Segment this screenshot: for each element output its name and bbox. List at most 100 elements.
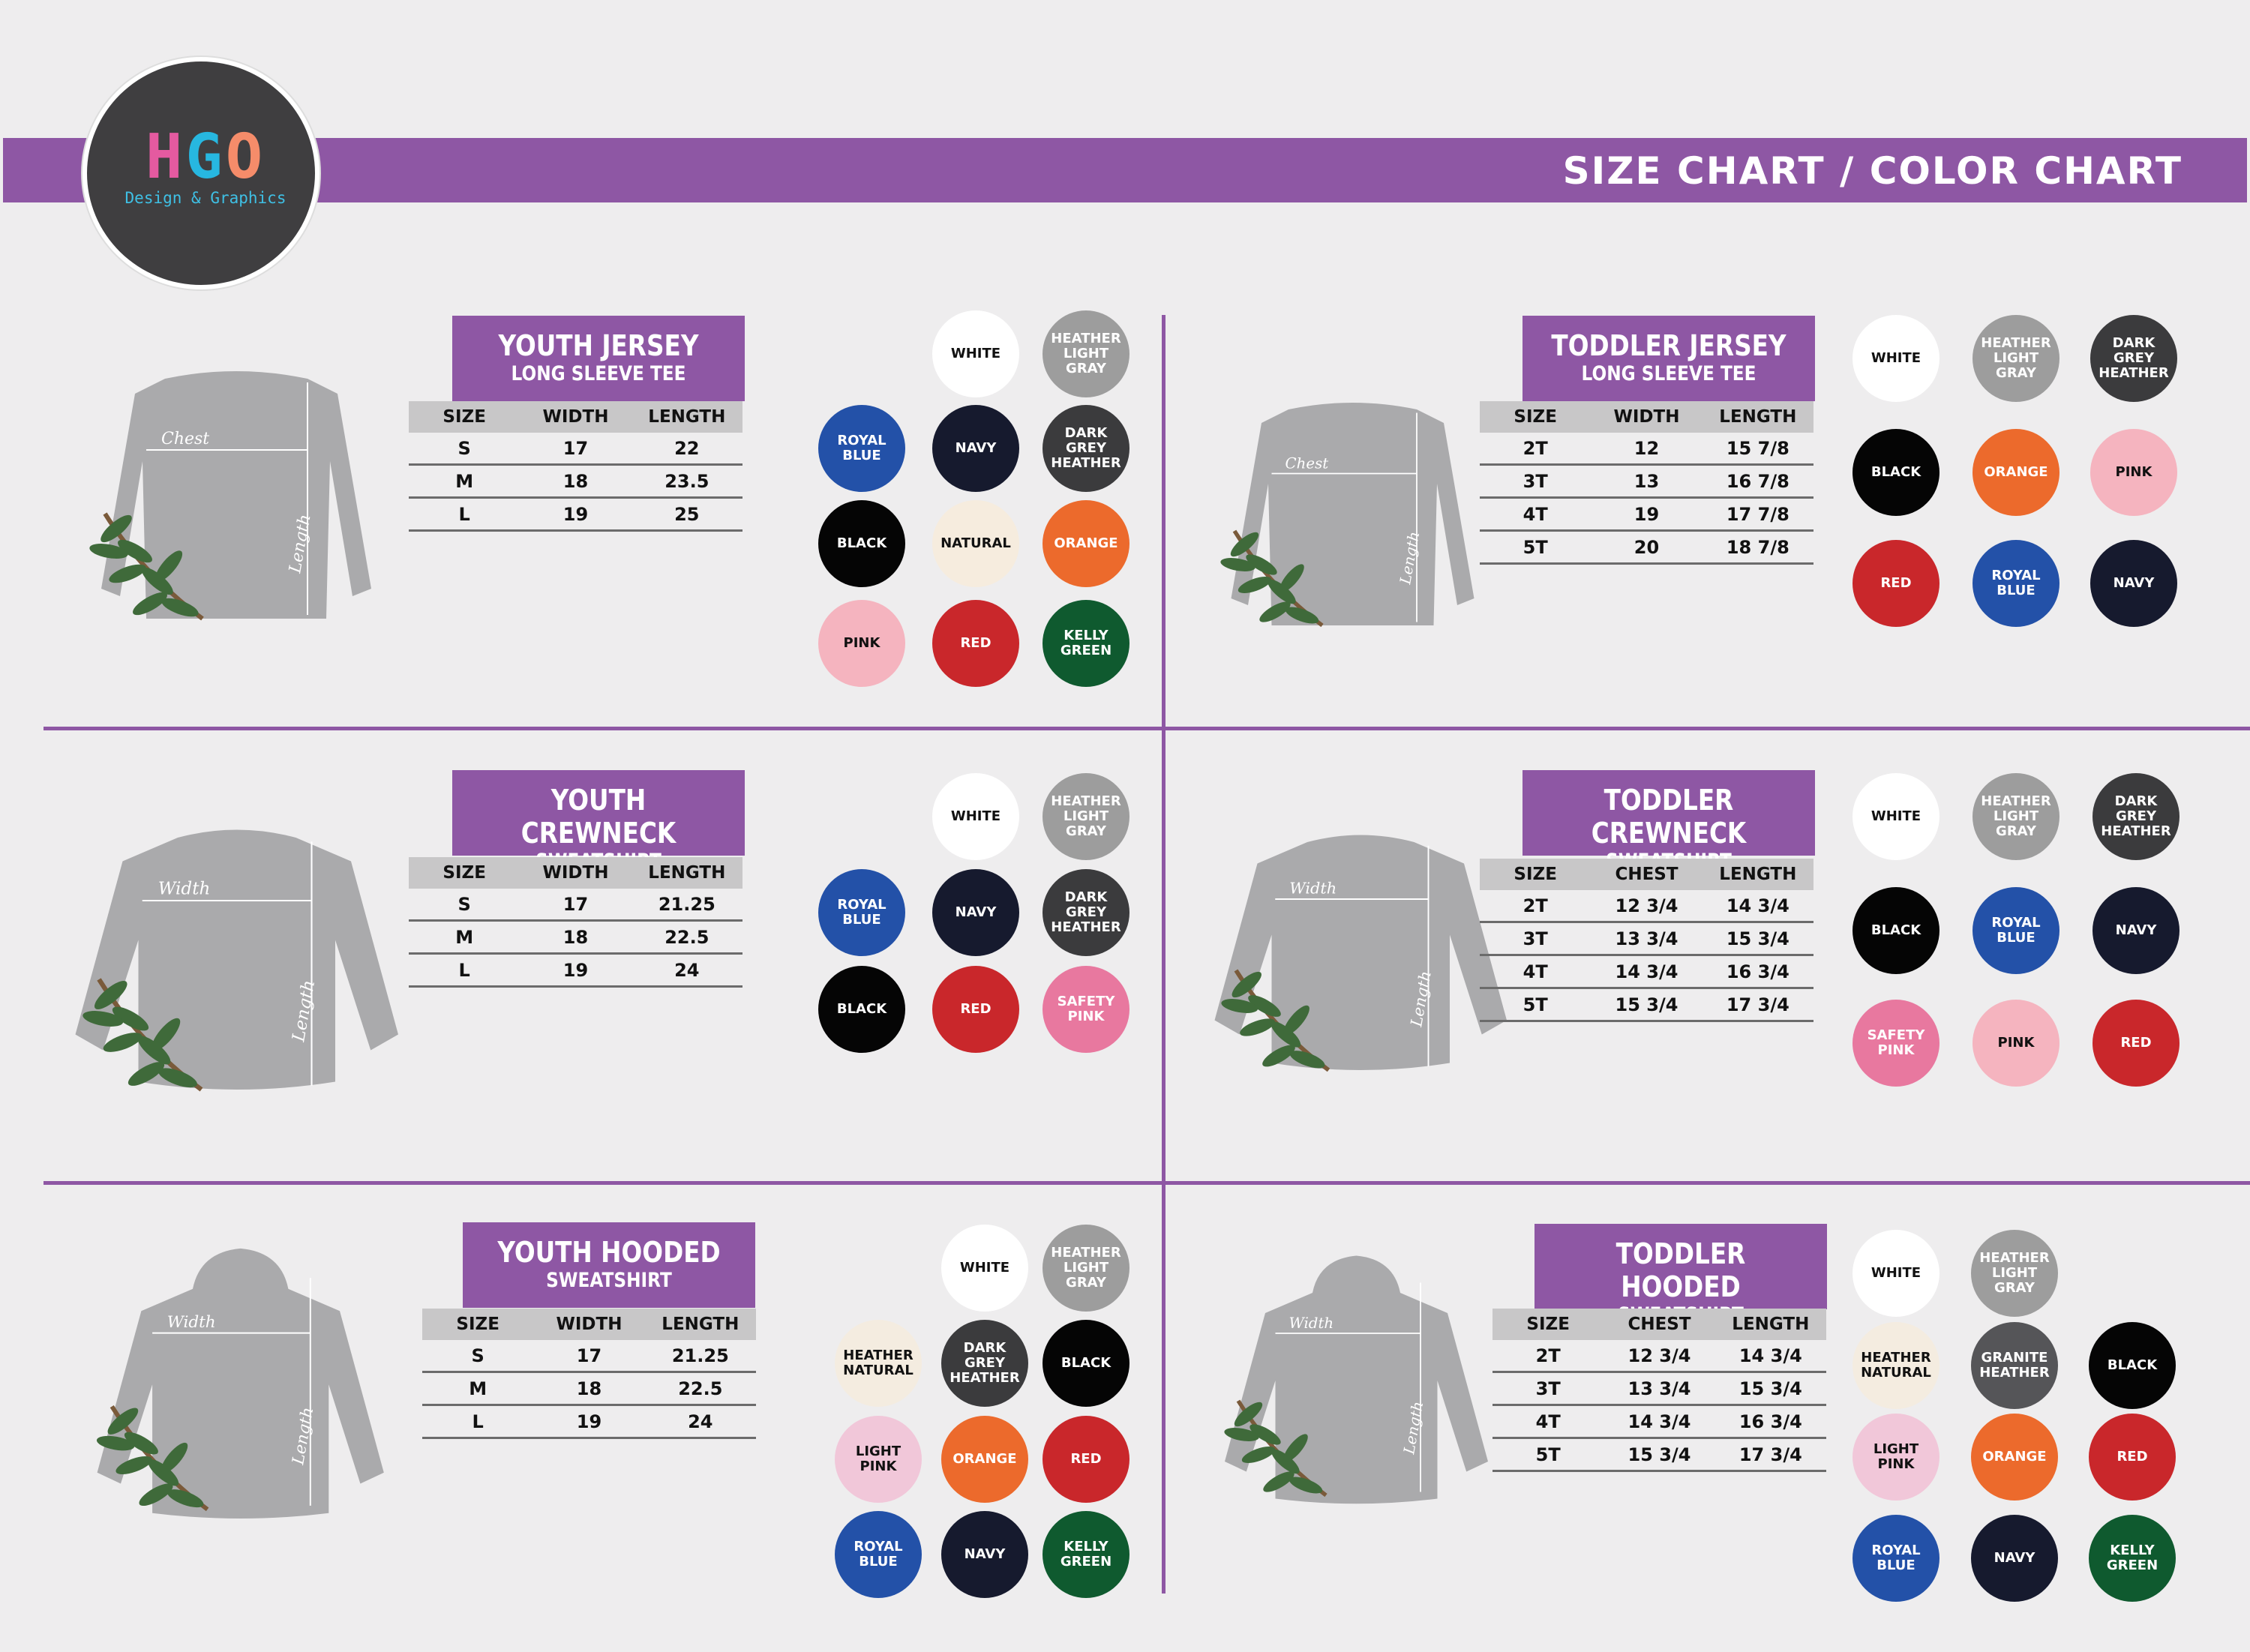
color-swatch-royal-blue: ROYAL BLUE	[1852, 1515, 1940, 1602]
color-swatch-label: NAVY	[1994, 1550, 2036, 1566]
color-swatch-pink: PINK	[818, 600, 905, 687]
color-swatch-navy: NAVY	[941, 1511, 1028, 1598]
table-cell: 15 3/4	[1628, 1444, 1691, 1465]
table-cell: 17 3/4	[1738, 1444, 1802, 1465]
table-cell: S	[458, 893, 471, 915]
table-cell: 22.5	[664, 926, 710, 948]
table-cell: 19	[562, 503, 589, 525]
color-swatch-light-pink: LIGHT PINK	[1852, 1414, 1940, 1501]
size-table-col-length: LENGTH	[662, 1315, 740, 1334]
table-cell: S	[458, 437, 471, 459]
color-swatch-label: WHITE	[1870, 1265, 1922, 1281]
size-table-col-size: SIZE	[1526, 1315, 1570, 1334]
table-cell: 19	[1634, 503, 1660, 525]
size-table-header: SIZE CHEST LENGTH	[1480, 859, 1814, 890]
color-swatch-royal-blue: ROYAL BLUE	[1972, 540, 2060, 627]
color-swatch-label: BLACK	[836, 535, 887, 551]
garment-illustration: Width Length	[1224, 1255, 1488, 1504]
table-cell: 24	[674, 959, 700, 981]
table-cell: 18	[562, 926, 589, 948]
table-row: 2T 12 3/4 14 3/4	[1492, 1340, 1826, 1373]
product-title: TODDLER HOODED	[1616, 1237, 1746, 1303]
color-swatch-black: BLACK	[1852, 887, 1940, 974]
table-cell: L	[458, 503, 470, 525]
table-row: M 18 22.5	[409, 922, 742, 955]
color-swatch-label: GRANITE HEATHER	[1979, 1350, 2050, 1381]
table-cell: 17 7/8	[1726, 503, 1790, 525]
garment-label-width: Width	[158, 880, 211, 899]
color-swatch-dark-grey-heather: DARK GREY HEATHER	[2092, 773, 2180, 860]
color-swatch-label: ROYAL BLUE	[837, 433, 886, 463]
color-swatch-white: WHITE	[941, 1225, 1028, 1312]
table-cell: 19	[562, 959, 589, 981]
garment-shape	[1231, 403, 1474, 625]
color-swatch-label: WHITE	[959, 1260, 1010, 1276]
size-table-body: 2T 12 3/4 14 3/4 3T 13 3/4 15 3/4 4T 14 3/4 16 3…	[1480, 890, 1814, 1022]
color-swatch-dark-grey-heather: DARK GREY HEATHER	[1042, 405, 1130, 492]
table-cell: S	[471, 1345, 484, 1366]
color-swatch-black: BLACK	[818, 966, 905, 1053]
size-table-header: SIZE WIDTH LENGTH	[1480, 401, 1814, 433]
color-swatch-heather-natural: HEATHER NATURAL	[835, 1320, 922, 1407]
garment-label-width: Width	[1289, 879, 1336, 897]
size-table-col-width: WIDTH	[542, 407, 609, 427]
color-swatch-kelly-green: KELLY GREEN	[2089, 1515, 2176, 1602]
color-swatch-label: DARK GREY HEATHER	[2098, 335, 2169, 381]
size-table: SIZE CHEST LENGTH 2T 12 3/4 14 3/4 3T 13 3/4 15…	[1480, 859, 1814, 1022]
color-swatch-label: HEATHER LIGHT GRAY	[1051, 1245, 1121, 1291]
color-swatch-black: BLACK	[2089, 1322, 2176, 1409]
color-swatch-label: ORANGE	[1054, 535, 1118, 551]
size-table-col-length: LENGTH	[648, 863, 726, 883]
size-table-col-chest: CHEST	[1615, 865, 1678, 884]
logo-tagline: Design & Graphics	[124, 189, 286, 207]
color-swatch-dark-grey-heather: DARK GREY HEATHER	[941, 1320, 1028, 1407]
product-title-box: TODDLER CREWNECK SWEATSHIRT	[1522, 770, 1815, 873]
table-cell: 4T	[1535, 1411, 1561, 1432]
table-cell: 5T	[1522, 536, 1548, 558]
color-swatch-label: NAVY	[2115, 922, 2157, 938]
color-swatch-light-pink: LIGHT PINK	[835, 1416, 922, 1503]
color-swatch-royal-blue: ROYAL BLUE	[818, 869, 905, 956]
table-cell: 14 3/4	[1615, 961, 1678, 982]
table-cell: 13 3/4	[1628, 1378, 1691, 1399]
garment-illustration: Width Length	[75, 829, 398, 1092]
color-swatch-granite-heather: GRANITE HEATHER	[1971, 1322, 2058, 1409]
size-table-col-length: LENGTH	[1719, 407, 1797, 427]
color-swatch-label: NATURAL	[940, 535, 1011, 551]
color-swatch-label: BLACK	[1870, 464, 1922, 480]
color-swatch-navy: NAVY	[2090, 540, 2177, 627]
product-panel-5: Width Length YOUTH HOODED SWEATSHIRT SIZ…	[0, 1207, 1130, 1652]
color-swatch-label: LIGHT PINK	[1873, 1441, 1919, 1472]
color-swatch-label: SAFETY PINK	[1057, 994, 1115, 1024]
color-swatch-label: RED	[2116, 1449, 2148, 1465]
garment-label-chest: Chest	[1286, 454, 1329, 472]
color-swatch-safety-pink: SAFETY PINK	[1852, 1000, 1940, 1087]
color-swatch-red: RED	[932, 966, 1019, 1053]
garment-photo: Chest Length	[1208, 382, 1498, 666]
table-cell: 16 7/8	[1726, 470, 1790, 492]
color-swatch-label: KELLY GREEN	[1060, 1539, 1112, 1570]
color-swatch-dark-grey-heather: DARK GREY HEATHER	[2090, 315, 2177, 402]
table-row: 5T 20 18 7/8	[1480, 532, 1814, 565]
table-cell: 12 3/4	[1628, 1345, 1691, 1366]
table-cell: 4T	[1522, 503, 1548, 525]
color-swatch-label: RED	[960, 635, 992, 651]
product-panel-1: Chest Length YOUTH JERSEY LONG SLEEVE TE…	[0, 300, 1130, 750]
color-swatch-label: KELLY GREEN	[1060, 628, 1112, 658]
table-cell: 17	[576, 1345, 602, 1366]
table-row: S 17 21.25	[422, 1340, 756, 1373]
table-row: 4T 14 3/4 16 3/4	[1492, 1406, 1826, 1439]
garment-photo: Width Length	[1208, 814, 1514, 1113]
color-swatch-navy: NAVY	[2092, 887, 2180, 974]
garment-illustration: Width Length	[96, 1248, 384, 1519]
color-swatch-royal-blue: ROYAL BLUE	[818, 405, 905, 492]
product-title-box: YOUTH HOODED SWEATSHIRT	[463, 1222, 755, 1308]
color-swatch-navy: NAVY	[932, 869, 1019, 956]
product-panel-4: Width Length TODDLER CREWNECK SWEATSHIRT…	[1125, 754, 2250, 1204]
size-table: SIZE CHEST LENGTH 2T 12 3/4 14 3/4 3T 13 3/4 15…	[1492, 1309, 1826, 1472]
size-table: SIZE WIDTH LENGTH S 17 22 M 18 23.5 L 19 25	[409, 401, 742, 532]
color-swatch-heather-light-gray: HEATHER LIGHT GRAY	[1042, 310, 1130, 397]
table-cell: 22.5	[678, 1378, 723, 1399]
table-cell: 18	[562, 470, 589, 492]
logo-mark: HGO	[117, 127, 294, 188]
